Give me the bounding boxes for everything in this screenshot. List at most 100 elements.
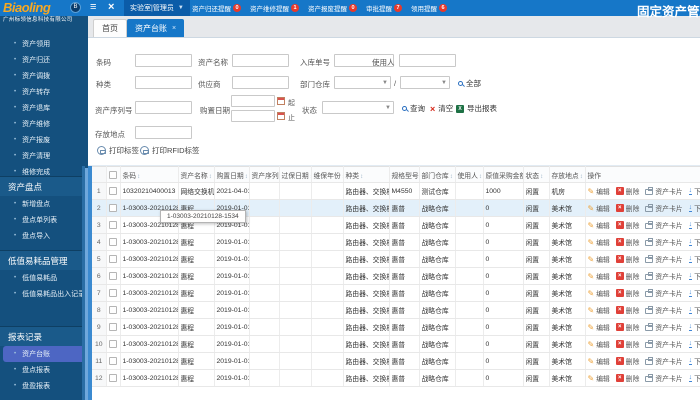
row-checkbox[interactable]: [106, 352, 121, 370]
date-from-input[interactable]: [231, 95, 275, 107]
col-model[interactable]: 规格型号↕: [389, 166, 420, 183]
delete-button[interactable]: × 删除: [615, 288, 639, 298]
sidebar-item[interactable]: 资产维修: [0, 116, 88, 132]
sidebar-item[interactable]: 资产清理: [0, 148, 88, 164]
row-checkbox[interactable]: [106, 369, 121, 387]
tab-home[interactable]: 首页: [93, 19, 127, 37]
download-button[interactable]: ↓下载: [688, 186, 700, 196]
nav-asset-repair-reminder[interactable]: 资产维修提醒 1: [250, 3, 299, 13]
delete-button[interactable]: × 删除: [615, 203, 639, 213]
sidebar-item[interactable]: 资产报废: [0, 132, 88, 148]
delete-button[interactable]: × 删除: [615, 186, 639, 196]
table-row[interactable]: 10 1-03003-20210128-15 惠程 2019-01-01 路由器…: [92, 335, 700, 353]
download-button[interactable]: ↓下载: [688, 356, 700, 366]
asset-card-button[interactable]: 资产卡片: [645, 237, 683, 247]
user-role-dropdown[interactable]: 实验室|管理员 ▼: [124, 0, 190, 16]
row-checkbox[interactable]: [106, 250, 121, 268]
asset-card-button[interactable]: 资产卡片: [645, 305, 683, 315]
nav-asset-scrap-reminder[interactable]: 资产报废提醒 0: [308, 3, 357, 13]
table-row[interactable]: 4 1-03003-20210128-15 惠程 2019-01-01 路由器、…: [92, 233, 700, 251]
col-dept-warehouse[interactable]: 部门仓库↕: [419, 166, 456, 183]
sidebar-item[interactable]: 资产领用: [0, 36, 88, 52]
table-row[interactable]: 7 1-03003-20210128-15 惠程 2019-01-01 路由器、…: [92, 284, 700, 302]
col-warranty-date[interactable]: 过保日期↕: [279, 166, 312, 183]
row-checkbox[interactable]: [106, 318, 121, 336]
serial-input[interactable]: [135, 101, 192, 114]
download-button[interactable]: ↓下载: [688, 305, 700, 315]
sidebar-scrollbar[interactable]: [85, 168, 88, 400]
asset-name-input[interactable]: [232, 54, 289, 67]
col-purchase-date[interactable]: 购置日期↕: [214, 166, 250, 183]
table-row[interactable]: 6 1-03003-20210128-15 惠程 2019-01-01 路由器、…: [92, 267, 700, 285]
row-checkbox[interactable]: [106, 233, 121, 251]
asset-card-button[interactable]: 资产卡片: [645, 220, 683, 230]
row-checkbox[interactable]: [106, 199, 121, 217]
sidebar-item[interactable]: 新增盘点: [0, 196, 88, 212]
col-maintenance-year[interactable]: 维保年份↕: [311, 166, 344, 183]
select-all-checkbox[interactable]: [106, 166, 121, 183]
col-location[interactable]: 存放地点↕: [549, 166, 586, 183]
sidebar-item[interactable]: 盘点单列表: [0, 212, 88, 228]
row-checkbox[interactable]: [106, 182, 121, 200]
download-button[interactable]: ↓下载: [688, 373, 700, 383]
edit-button[interactable]: ✎ 编辑: [588, 203, 610, 214]
table-row[interactable]: 9 1-03003-20210128-15 惠程 2019-01-01 路由器、…: [92, 318, 700, 336]
query-button[interactable]: 查询: [402, 103, 425, 114]
download-button[interactable]: ↓下载: [688, 322, 700, 332]
sidebar-item[interactable]: 资产归还: [0, 52, 88, 68]
supplier-input[interactable]: [232, 76, 289, 89]
all-button[interactable]: 全部: [458, 78, 481, 89]
asset-card-button[interactable]: 资产卡片: [645, 373, 683, 383]
delete-button[interactable]: × 删除: [615, 254, 639, 264]
user-input[interactable]: [399, 54, 456, 67]
row-checkbox[interactable]: [106, 301, 121, 319]
sidebar-item[interactable]: 盘盈报表: [0, 378, 88, 394]
download-button[interactable]: ↓下载: [688, 339, 700, 349]
edit-button[interactable]: ✎ 编辑: [588, 322, 610, 333]
calendar-icon[interactable]: [277, 112, 285, 120]
date-to-input[interactable]: [231, 110, 275, 122]
col-barcode[interactable]: 条码↕: [120, 166, 179, 183]
col-serial[interactable]: 资产序列号: [249, 166, 280, 183]
delete-button[interactable]: × 删除: [615, 339, 639, 349]
delete-button[interactable]: × 删除: [615, 322, 639, 332]
download-button[interactable]: ↓下载: [688, 220, 700, 230]
location-input[interactable]: [135, 126, 192, 139]
sidebar-item-asset-ledger-selected[interactable]: 资产台账: [3, 346, 85, 362]
delete-button[interactable]: × 删除: [615, 305, 639, 315]
table-row[interactable]: 11 1-03003-20210128-15 惠程 2019-01-01 路由器…: [92, 352, 700, 370]
barcode-input[interactable]: [135, 54, 192, 67]
status-select[interactable]: ▼: [322, 101, 394, 114]
delete-button[interactable]: × 删除: [615, 373, 639, 383]
collapse-close-icon[interactable]: ×: [108, 2, 114, 13]
table-row[interactable]: 1 10320210400013 网络交换机 2021-04-01 路由器、交换…: [92, 182, 700, 200]
edit-button[interactable]: ✎ 编辑: [588, 305, 610, 316]
dept-select[interactable]: ▼: [334, 76, 391, 89]
asset-card-button[interactable]: 资产卡片: [645, 186, 683, 196]
warehouse-select[interactable]: ▼: [400, 76, 450, 89]
export-report-button[interactable]: X 导出报表: [456, 103, 497, 114]
sidebar-item[interactable]: 资产转存: [0, 84, 88, 100]
edit-button[interactable]: ✎ 编辑: [588, 254, 610, 265]
delete-button[interactable]: × 删除: [615, 220, 639, 230]
col-status[interactable]: 状态↕: [523, 166, 550, 183]
edit-button[interactable]: ✎ 编辑: [588, 373, 610, 384]
sidebar-item[interactable]: 低值易耗品出入记录: [0, 286, 88, 302]
sidebar-item[interactable]: 低值易耗品: [0, 270, 88, 286]
calendar-icon[interactable]: [277, 97, 285, 105]
asset-card-button[interactable]: 资产卡片: [645, 288, 683, 298]
table-row[interactable]: 12 1-03003-20210128-15 惠程 2019-01-01 路由器…: [92, 369, 700, 387]
tab-close-icon[interactable]: ×: [172, 25, 176, 32]
row-checkbox[interactable]: [106, 284, 121, 302]
print-rfid-label-button[interactable]: 打印RFID标签: [140, 145, 200, 156]
asset-card-button[interactable]: 资产卡片: [645, 339, 683, 349]
download-button[interactable]: ↓下载: [688, 288, 700, 298]
asset-card-button[interactable]: 资产卡片: [645, 322, 683, 332]
row-checkbox[interactable]: [106, 216, 121, 234]
delete-button[interactable]: × 删除: [615, 356, 639, 366]
asset-card-button[interactable]: 资产卡片: [645, 254, 683, 264]
nav-asset-return-reminder[interactable]: 资产归还提醒 0: [192, 3, 241, 13]
sidebar-item[interactable]: 盘点导入: [0, 228, 88, 244]
col-asset-name[interactable]: 资产名称↕: [178, 166, 215, 183]
edit-button[interactable]: ✎ 编辑: [588, 237, 610, 248]
